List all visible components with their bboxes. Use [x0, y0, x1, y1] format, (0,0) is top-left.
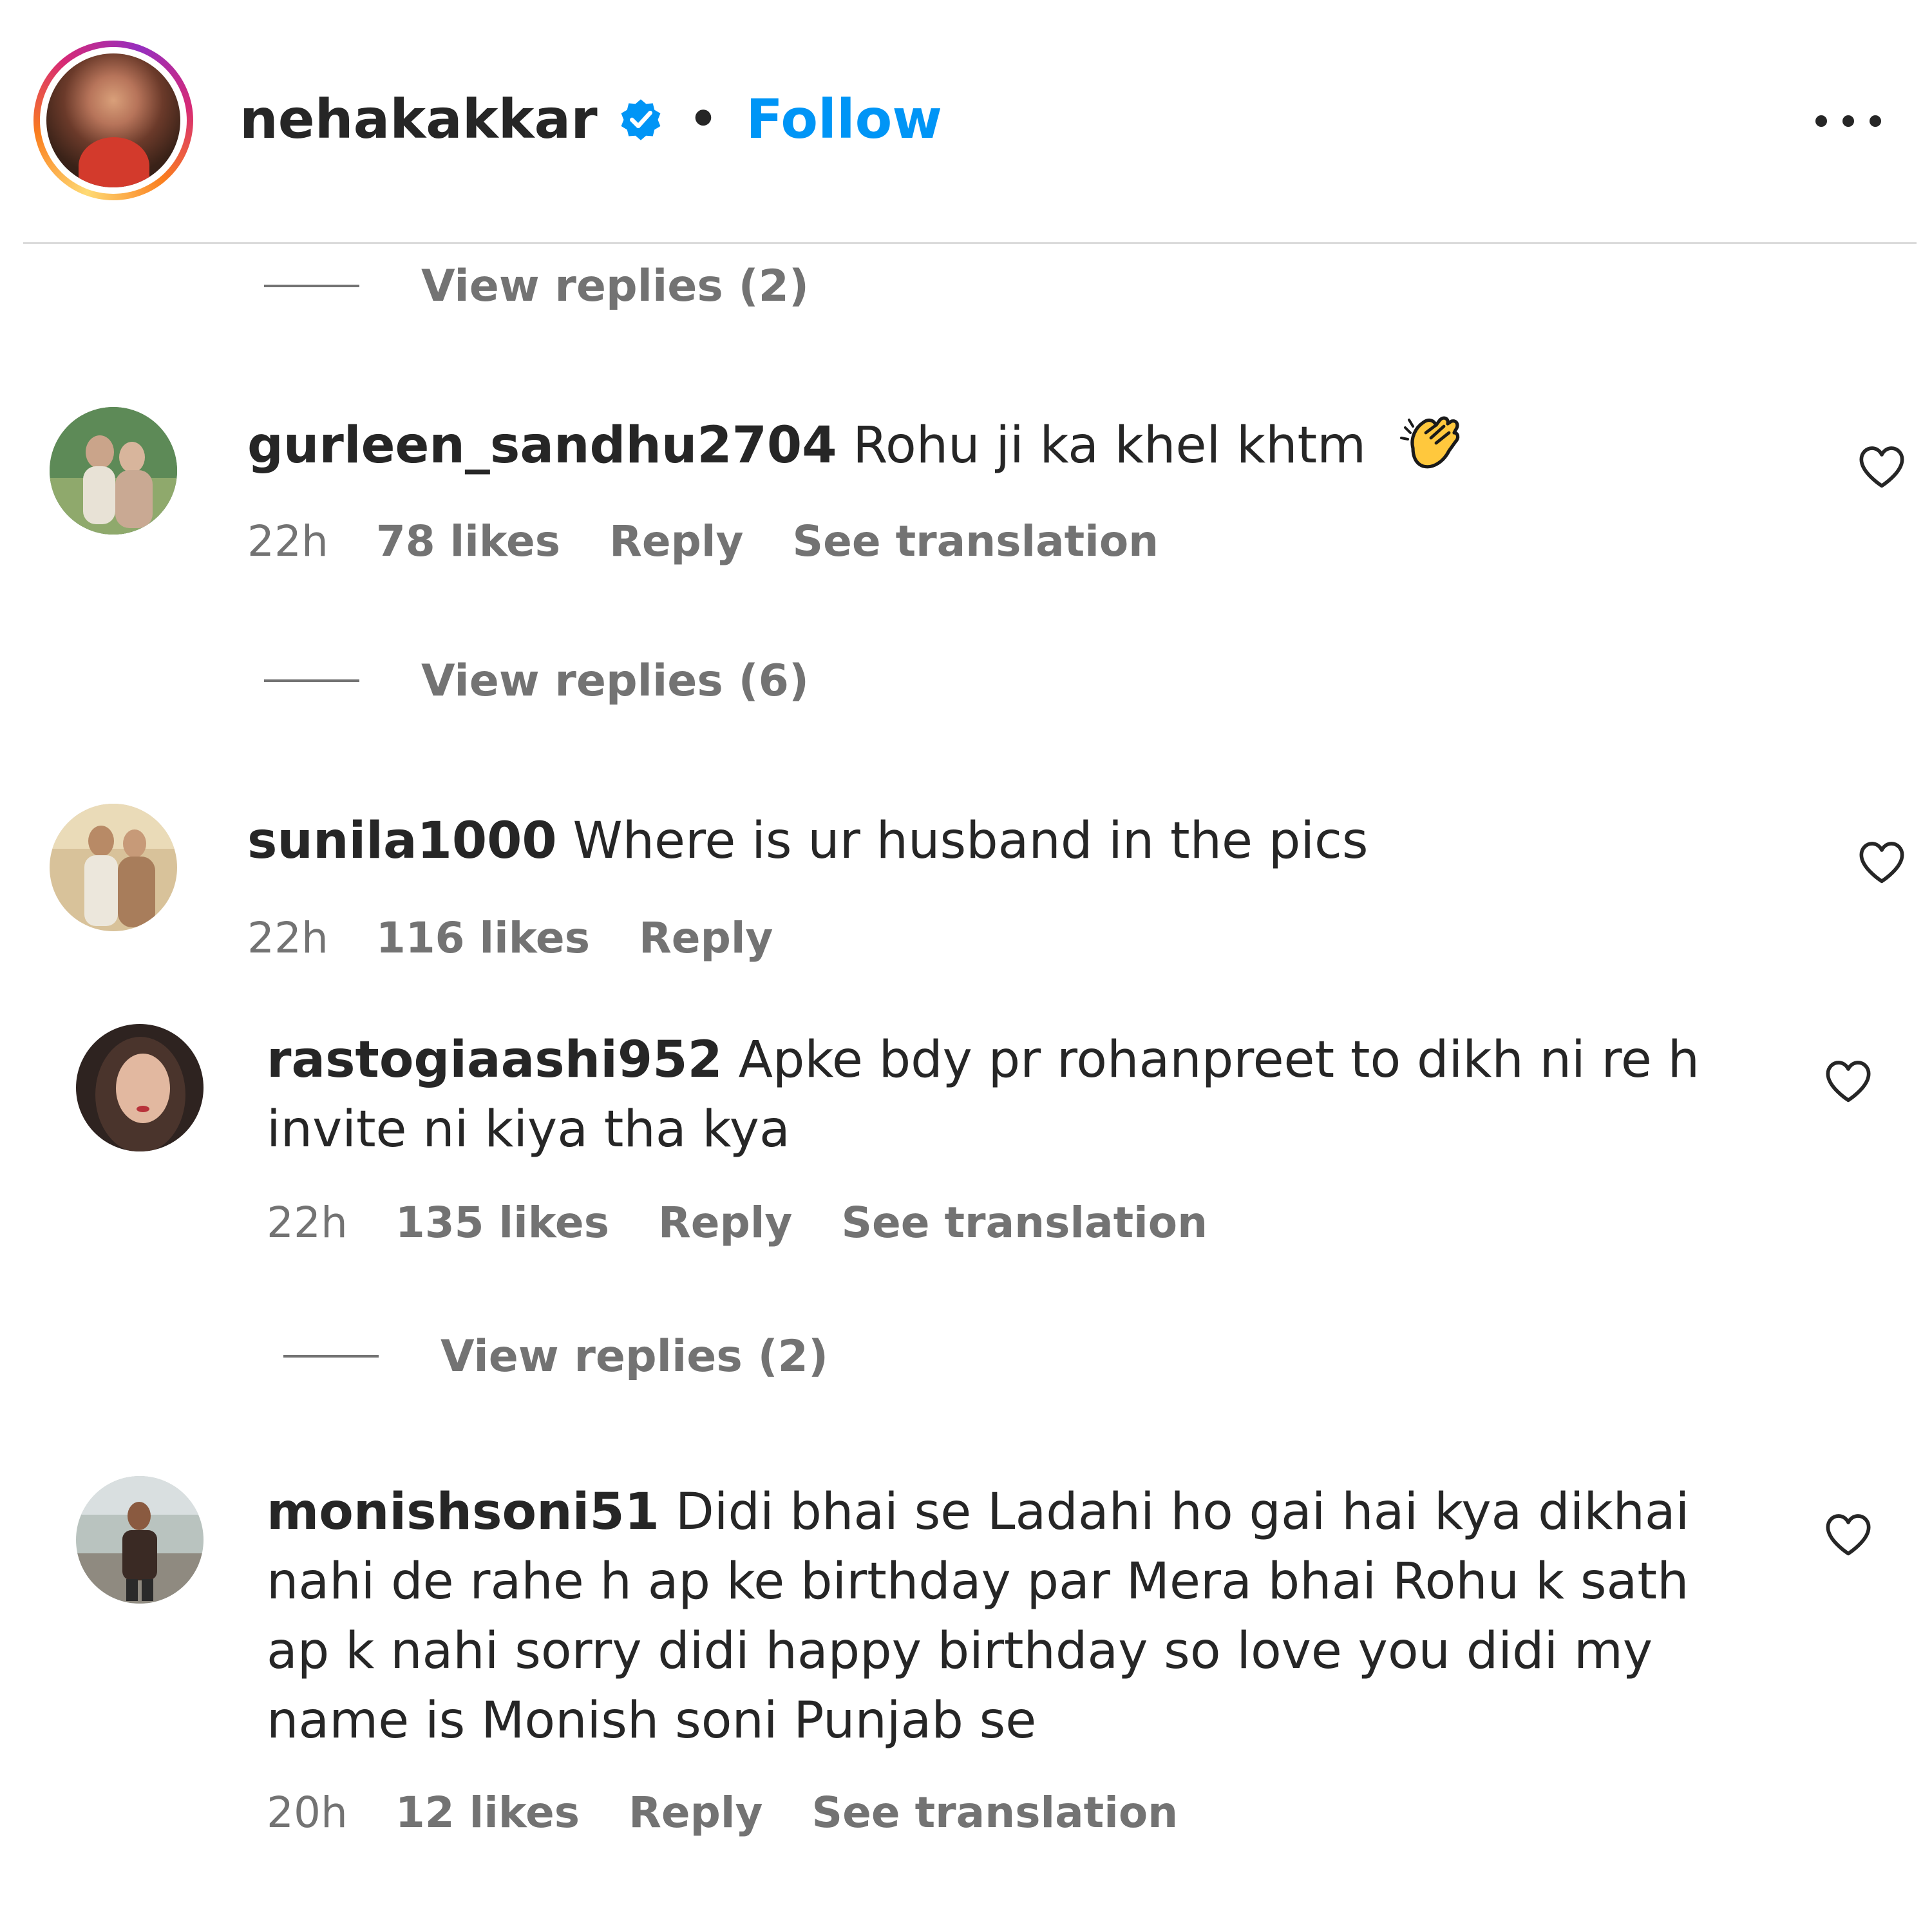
- post-header: nehakakkar • Follow: [0, 0, 1932, 242]
- comment-likes[interactable]: 135 likes: [395, 1198, 609, 1247]
- commenter-avatar[interactable]: [50, 804, 177, 931]
- heart-outline-icon: [1859, 446, 1904, 488]
- avatar-photo: [50, 804, 177, 931]
- commenter-avatar[interactable]: [76, 1476, 204, 1604]
- verified-badge-icon: [621, 99, 661, 140]
- commenter-avatar[interactable]: [76, 1024, 204, 1151]
- view-replies-line: [264, 679, 359, 682]
- comment-username[interactable]: sunila1000: [247, 812, 557, 870]
- avatar-photo: [76, 1024, 204, 1151]
- heart-outline-icon: [1859, 842, 1904, 884]
- commenter-avatar[interactable]: [50, 407, 177, 535]
- header-user-row: nehakakkar • Follow: [240, 84, 942, 155]
- comment-text: gurleen_sandhu2704 Rohu ji ka khel khtm: [247, 410, 1793, 480]
- avatar-photo: [50, 407, 177, 535]
- instagram-post-comments: nehakakkar • Follow View replies (2) gur…: [0, 0, 1932, 1932]
- avatar-photo: [76, 1476, 204, 1604]
- heart-outline-icon: [1826, 1514, 1871, 1556]
- view-replies-line: [264, 285, 359, 287]
- view-replies-label: View replies (2): [421, 260, 810, 312]
- header-separator: •: [688, 93, 718, 146]
- heart-outline-icon: [1826, 1061, 1871, 1103]
- comment-body: Where is ur husband in the pics: [573, 812, 1368, 870]
- comment-likes[interactable]: 78 likes: [376, 516, 560, 566]
- story-ring[interactable]: [33, 41, 193, 200]
- view-replies-line: [283, 1355, 379, 1358]
- avatar-shirt: [79, 137, 149, 187]
- header-username[interactable]: nehakakkar: [240, 88, 598, 151]
- like-button[interactable]: [1856, 442, 1908, 493]
- reply-button[interactable]: Reply: [639, 913, 773, 963]
- like-button[interactable]: [1823, 1510, 1874, 1561]
- more-options-button[interactable]: [1810, 103, 1887, 139]
- comment-meta: 22h 116 likes Reply: [247, 911, 822, 965]
- comment-likes[interactable]: 116 likes: [376, 913, 590, 963]
- like-button[interactable]: [1856, 837, 1908, 889]
- comment-time: 20h: [267, 1787, 348, 1837]
- comment-meta: 22h 78 likes Reply See translation: [247, 514, 1159, 568]
- follow-button[interactable]: Follow: [746, 88, 942, 151]
- header-divider: [23, 242, 1917, 244]
- comment-text: monishsoni51 Didi bhai se Ladahi ho gai …: [267, 1477, 1767, 1756]
- comment-username[interactable]: monishsoni51: [267, 1483, 659, 1541]
- comment-body: Rohu ji ka khel khtm: [853, 417, 1367, 475]
- view-replies-button[interactable]: View replies (6): [264, 652, 809, 709]
- comment-meta: 20h 12 likes Reply See translation: [267, 1785, 1178, 1839]
- comment-time: 22h: [247, 516, 328, 566]
- like-button[interactable]: [1823, 1056, 1874, 1108]
- clapping-hands-emoji: [1399, 416, 1460, 469]
- comment-time: 22h: [267, 1197, 348, 1247]
- comment-username[interactable]: gurleen_sandhu2704: [247, 417, 837, 475]
- reply-button[interactable]: Reply: [609, 516, 743, 566]
- view-replies-label: View replies (2): [440, 1331, 829, 1382]
- see-translation-button[interactable]: See translation: [841, 1198, 1208, 1247]
- view-replies-button[interactable]: View replies (2): [264, 258, 809, 314]
- view-replies-label: View replies (6): [421, 655, 810, 706]
- see-translation-button[interactable]: See translation: [812, 1788, 1179, 1837]
- more-options-icon: [1815, 115, 1881, 127]
- comment-meta: 22h 135 likes Reply See translation: [267, 1195, 1208, 1249]
- reply-button[interactable]: Reply: [629, 1788, 762, 1837]
- reply-button[interactable]: Reply: [658, 1198, 792, 1247]
- comment-username[interactable]: rastogiaashi952: [267, 1031, 723, 1089]
- see-translation-button[interactable]: See translation: [793, 516, 1159, 566]
- view-replies-button[interactable]: View replies (2): [283, 1328, 828, 1385]
- profile-avatar[interactable]: [46, 53, 180, 187]
- comment-text: sunila1000 Where is ur husband in the pi…: [247, 806, 1793, 876]
- comment-time: 22h: [247, 913, 328, 963]
- comment-likes[interactable]: 12 likes: [395, 1788, 580, 1837]
- comment-text: rastogiaashi952 Apke bdy pr rohanpreet t…: [267, 1025, 1741, 1164]
